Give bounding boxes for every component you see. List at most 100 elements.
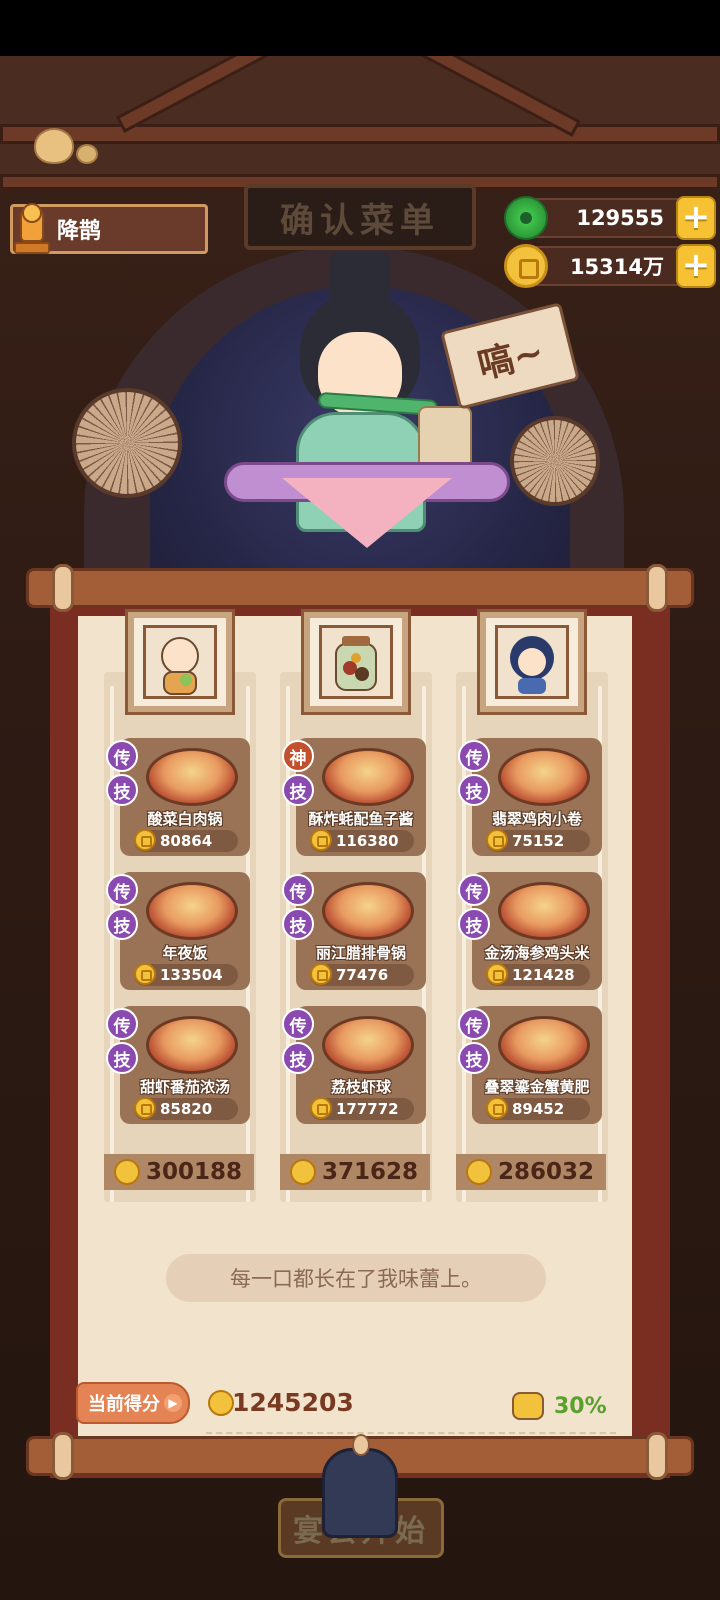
column-total: 286032 [456,1154,606,1190]
skill-badge: 技 [106,774,138,806]
portrait-inner [143,625,217,699]
title-plaque: 确认菜单 [244,184,476,250]
skill-badge: 技 [106,1042,138,1074]
coin-icon [310,1097,332,1119]
column-total-value: 300188 [146,1159,243,1185]
coin-icon [134,829,156,851]
dish-name: 酥炸蚝配鱼子酱 [308,810,414,828]
dish-card[interactable]: 甜虾番茄浓汤 85820 [120,1006,250,1124]
skill-badge: 技 [458,774,490,806]
dish-price: 133504 [134,963,238,986]
rarity-badge: 神 [282,740,314,772]
column-total-value: 286032 [498,1159,595,1185]
skill-badge: 技 [282,774,314,806]
coin-icon [466,1159,492,1185]
coin-icon [208,1390,234,1416]
rarity-badge: 传 [458,1008,490,1040]
bald-monk-icon [161,637,199,695]
coin-amount: 15314万 [569,255,664,279]
spice-jar-icon [335,636,377,691]
dish-price: 75152 [486,829,590,852]
dish-name: 金汤海参鸡头米 [484,944,590,962]
dish-price: 121428 [486,963,590,986]
dish-card[interactable]: 叠翠鎏金蟹黄肥 89452 [472,1006,602,1124]
score-label-text: 当前得分 [88,1394,160,1415]
skill-badge: 技 [282,908,314,940]
coin-icon [114,1159,140,1185]
dish-card[interactable]: 年夜饭 133504 [120,872,250,990]
guest-portrait-3[interactable] [477,609,587,715]
coin-icon [486,1097,508,1119]
player-name: 降鹊 [57,219,102,244]
chef-trophy-icon [14,203,50,254]
dish-price: 89452 [486,1097,590,1120]
scroll-top-roller [26,568,694,608]
play-arrow-icon: ▶ [164,1394,182,1412]
roof-beam [115,56,301,133]
dish-price: 80864 [134,829,238,852]
add-jade-button[interactable]: + [676,196,716,240]
column-total: 371628 [280,1154,430,1190]
roof-beam [0,124,720,144]
roller-cap [646,1432,668,1480]
column-total: 300188 [104,1154,254,1190]
dish-price-value: 121428 [512,966,575,984]
table-cloth [282,478,452,548]
current-score-label: 当前得分 ▶ [76,1382,190,1424]
dish-name: 荔枝虾球 [330,1078,391,1096]
column-total-value: 371628 [322,1159,419,1185]
roller-cap [52,1432,74,1480]
rarity-badge: 传 [458,874,490,906]
rarity-badge: 传 [282,1008,314,1040]
dish-price-value: 177772 [336,1100,399,1118]
fan-decoration [510,416,600,506]
coin-icon [310,829,332,851]
guest-portrait-1[interactable] [125,609,235,715]
guest-portrait-2[interactable] [301,609,411,715]
add-coin-button[interactable]: + [676,244,716,288]
blue-hair-girl-icon [510,636,554,694]
dish-card[interactable]: 酥炸蚝配鱼子酱 116380 [296,738,426,856]
dish-card[interactable]: 翡翠鸡肉小卷 75152 [472,738,602,856]
chick-decoration [34,128,74,164]
bonus-percent: 30% [554,1394,607,1419]
dish-price-value: 116380 [336,832,399,850]
dish-price-value: 80864 [160,832,213,850]
dish-price-value: 77476 [336,966,389,984]
dish-name: 丽江腊排骨锅 [315,944,406,962]
dish-image [498,1016,590,1074]
dish-image [146,882,238,940]
rarity-badge: 传 [106,874,138,906]
dish-card[interactable]: 丽江腊排骨锅 77476 [296,872,426,990]
dish-card[interactable]: 酸菜白肉锅 80864 [120,738,250,856]
skill-badge: 技 [458,1042,490,1074]
rarity-badge: 传 [282,874,314,906]
dish-name: 酸菜白肉锅 [147,810,223,828]
fan-decoration [72,388,182,498]
roller-cap [646,564,668,612]
dish-price-value: 85820 [160,1100,213,1118]
dish-card[interactable]: 金汤海参鸡头米 121428 [472,872,602,990]
dish-price: 177772 [310,1097,414,1120]
dish-price-value: 89452 [512,1100,565,1118]
dish-image [322,1016,414,1074]
dish-image [498,748,590,806]
portrait-inner [319,625,393,699]
dish-name: 年夜饭 [162,944,208,962]
dish-image [146,1016,238,1074]
skill-badge: 技 [106,908,138,940]
coin-icon [486,829,508,851]
player-name-panel[interactable]: 降鹊 [10,203,208,254]
dish-image [498,882,590,940]
tassel-knot [352,1434,370,1456]
dish-image [146,748,238,806]
dish-price: 85820 [134,1097,238,1120]
jade-icon [504,196,548,240]
roller-cap [52,564,74,612]
coin-icon [310,963,332,985]
score-value: 1245203 [232,1388,354,1417]
skill-badge: 技 [282,1042,314,1074]
dish-card[interactable]: 荔枝虾球 177772 [296,1006,426,1124]
coin-icon [504,244,548,288]
rarity-badge: 传 [106,1008,138,1040]
